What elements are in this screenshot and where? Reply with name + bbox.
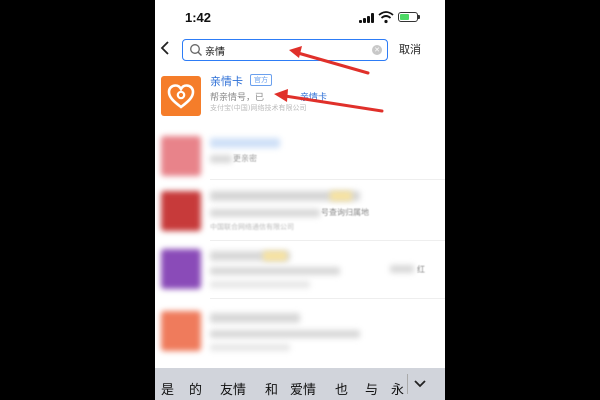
clear-icon[interactable]: ✕ <box>372 45 382 55</box>
blurred-text <box>210 330 360 338</box>
result-title: 亲情卡 <box>210 75 243 88</box>
blurred-text <box>210 267 340 275</box>
blurred-line: 更亲密 <box>233 154 257 163</box>
candidate-word[interactable]: 友情 <box>220 379 246 398</box>
blurred-title <box>210 138 280 148</box>
result-item-blurred[interactable]: 更亲密 <box>155 128 445 180</box>
blurred-app-icon <box>161 311 201 351</box>
chevron-down-icon[interactable] <box>413 376 427 390</box>
official-badge: 官方 <box>250 74 272 86</box>
status-time: 1:42 <box>185 10 212 25</box>
result-item-blurred[interactable]: 红 <box>155 245 445 299</box>
search-icon <box>190 44 202 56</box>
blurred-tag <box>330 191 352 201</box>
desc-text-1: 帮亲情号，已 <box>210 93 265 103</box>
candidate-word[interactable]: 也 <box>335 379 348 398</box>
phone-screen: 1:42 ✕ 取消 <box>155 0 445 400</box>
blurred-sub <box>210 281 310 288</box>
blurred-line: 号查询归属地 <box>321 208 369 217</box>
blurred-app-icon <box>161 191 201 231</box>
wifi-icon <box>378 11 394 24</box>
battery-icon <box>398 12 420 22</box>
candidate-word[interactable]: 与 <box>365 379 378 398</box>
blurred-text <box>210 209 320 217</box>
result-item-qinqingka[interactable]: 亲情卡 官方 帮亲情号，已 亲情卡 支付宝(中国)网络技术有限公司 <box>155 70 445 126</box>
result-provider: 支付宝(中国)网络技术有限公司 <box>210 104 307 112</box>
search-input[interactable] <box>205 42 365 58</box>
candidate-word[interactable]: 的 <box>189 379 202 398</box>
blurred-sub: 中国联合网络通信有限公司 <box>210 223 294 231</box>
result-item-blurred[interactable]: 号查询归属地 中国联合网络通信有限公司 <box>155 185 445 241</box>
row-divider <box>210 240 445 241</box>
cellular-signal-icon <box>359 13 375 23</box>
candidate-separator <box>407 374 408 394</box>
status-bar: 1:42 <box>155 0 445 34</box>
blurred-title <box>210 313 300 323</box>
blurred-tag <box>263 251 287 261</box>
blurred-line: 红 <box>417 265 425 274</box>
screenshot-stage: 1:42 ✕ 取消 <box>0 0 600 400</box>
result-description: 帮亲情号，已 亲情卡 <box>210 90 327 103</box>
blurred-sub <box>210 344 290 351</box>
blurred-app-icon <box>161 136 201 176</box>
row-divider <box>210 179 445 180</box>
blurred-app-icon <box>161 249 201 289</box>
candidate-word[interactable]: 永 <box>391 379 405 398</box>
row-divider <box>210 298 445 299</box>
cancel-button[interactable]: 取消 <box>399 41 421 57</box>
blurred-text <box>390 265 414 273</box>
qinqingka-app-icon <box>161 76 201 116</box>
candidate-word[interactable]: 是 <box>161 379 174 398</box>
blurred-text <box>210 155 232 163</box>
back-chevron-icon[interactable] <box>159 38 177 60</box>
candidate-word[interactable]: 爱情 <box>290 379 316 398</box>
desc-text-2: 亲情卡 <box>300 93 328 103</box>
result-item-blurred[interactable] <box>155 303 445 363</box>
keyboard-candidate-bar: 是 的 友情 和 爱情 也 与 永 <box>155 368 445 400</box>
search-box[interactable]: ✕ <box>182 39 388 61</box>
candidate-word[interactable]: 和 <box>265 379 278 398</box>
